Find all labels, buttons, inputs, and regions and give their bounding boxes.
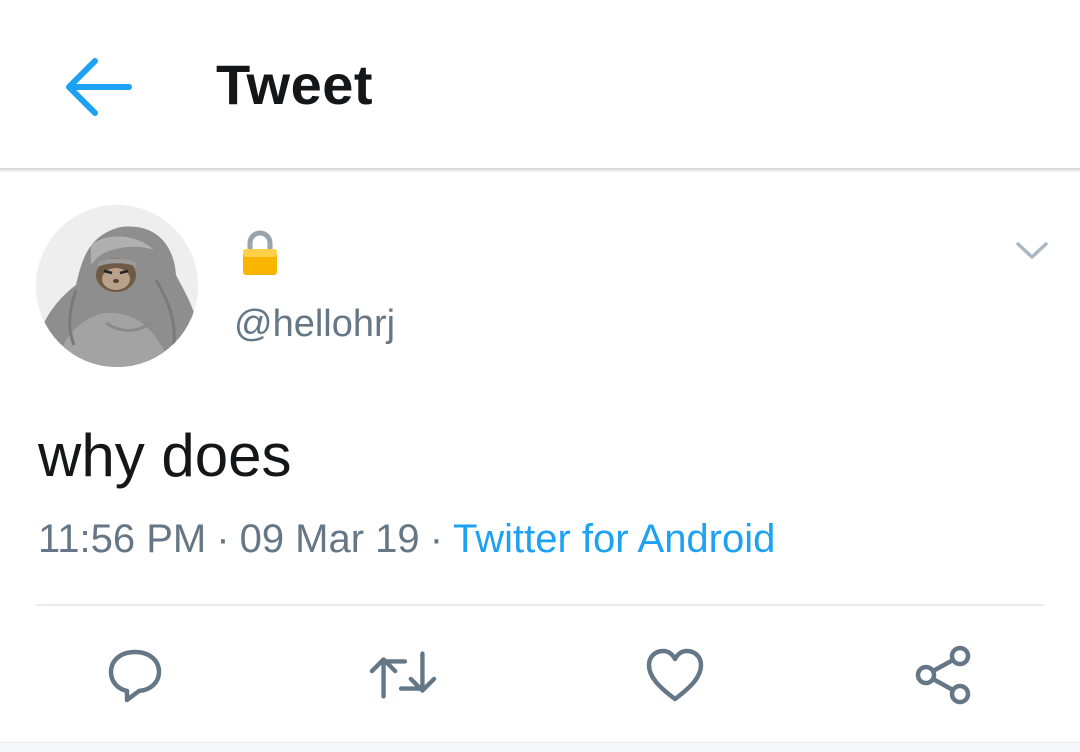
tweet-source-link[interactable]: Twitter for Android <box>453 517 775 561</box>
retweet-icon <box>369 651 437 699</box>
meta-separator: · <box>429 517 444 561</box>
tweet-time: 11:56 PM <box>38 517 207 561</box>
tweet-date: 09 Mar 19 <box>239 517 420 561</box>
like-button[interactable] <box>640 640 710 710</box>
share-icon <box>915 645 971 705</box>
lock-icon <box>240 229 280 277</box>
page-title: Tweet <box>216 53 374 116</box>
app-bar: Tweet <box>0 0 1080 168</box>
tweet-text: why does <box>38 422 292 489</box>
divider <box>36 604 1044 606</box>
app-bar-shadow <box>0 168 1080 173</box>
tweet-meta: 11:56 PM · 09 Mar 19 · Twitter for Android <box>38 517 775 562</box>
avatar[interactable] <box>36 205 198 367</box>
back-button[interactable] <box>52 42 142 132</box>
tweet-actions <box>0 640 1080 710</box>
arrow-left-icon <box>66 58 132 116</box>
share-button[interactable] <box>908 640 978 710</box>
user-handle[interactable]: @hellohrj <box>234 303 395 346</box>
tweet-menu-button[interactable] <box>1012 231 1052 271</box>
avatar-image <box>36 205 198 367</box>
meta-separator: · <box>216 517 230 561</box>
heart-icon <box>646 648 704 702</box>
reply-button[interactable] <box>100 640 170 710</box>
retweet-button[interactable] <box>368 640 438 710</box>
reply-icon <box>108 649 162 703</box>
bottom-edge <box>0 742 1080 752</box>
chevron-down-icon <box>1016 242 1048 259</box>
